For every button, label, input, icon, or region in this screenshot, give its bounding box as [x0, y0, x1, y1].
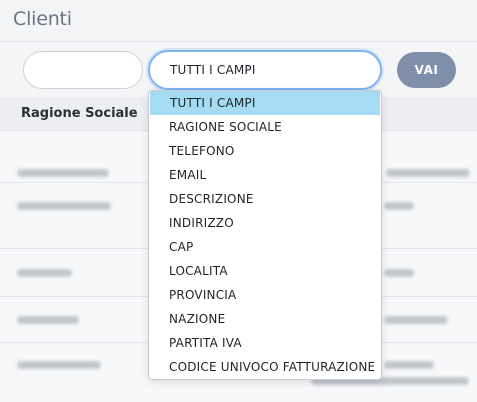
page-title: Clienti: [13, 8, 72, 30]
search-input[interactable]: [23, 51, 143, 89]
header-divider: [0, 41, 477, 42]
dropdown-option[interactable]: TELEFONO: [149, 139, 381, 163]
dropdown-option[interactable]: PARTITA IVA: [149, 331, 381, 355]
dropdown-option[interactable]: CODICE UNIVOCO FATTURAZIONE: [149, 355, 381, 379]
blurred-text: [384, 316, 448, 324]
dropdown-option[interactable]: CAP: [149, 235, 381, 259]
blurred-text: [384, 361, 434, 369]
go-button[interactable]: VAI: [397, 52, 456, 88]
search-field-select[interactable]: TUTTI I CAMPI: [148, 50, 382, 90]
blurred-text: [386, 169, 470, 177]
blurred-text: [384, 269, 414, 277]
blurred-text: [384, 202, 414, 210]
dropdown-option[interactable]: INDIRIZZO: [149, 211, 381, 235]
dropdown-option[interactable]: TUTTI I CAMPI: [150, 91, 380, 115]
blurred-text: [17, 316, 79, 324]
dropdown-option[interactable]: PROVINCIA: [149, 283, 381, 307]
dropdown-option[interactable]: EMAIL: [149, 163, 381, 187]
dropdown-option[interactable]: LOCALITA: [149, 259, 381, 283]
blurred-text: [17, 269, 72, 277]
dropdown-option[interactable]: DESCRIZIONE: [149, 187, 381, 211]
blurred-text: [17, 202, 111, 210]
dropdown-option[interactable]: NAZIONE: [149, 307, 381, 331]
dropdown-option[interactable]: RAGIONE SOCIALE: [149, 115, 381, 139]
blurred-text: [17, 361, 101, 369]
blurred-text: [17, 169, 109, 177]
search-field-dropdown: TUTTI I CAMPI RAGIONE SOCIALE TELEFONO EMAI…: [148, 90, 382, 380]
column-header-ragione-sociale: Ragione Sociale: [21, 106, 138, 121]
